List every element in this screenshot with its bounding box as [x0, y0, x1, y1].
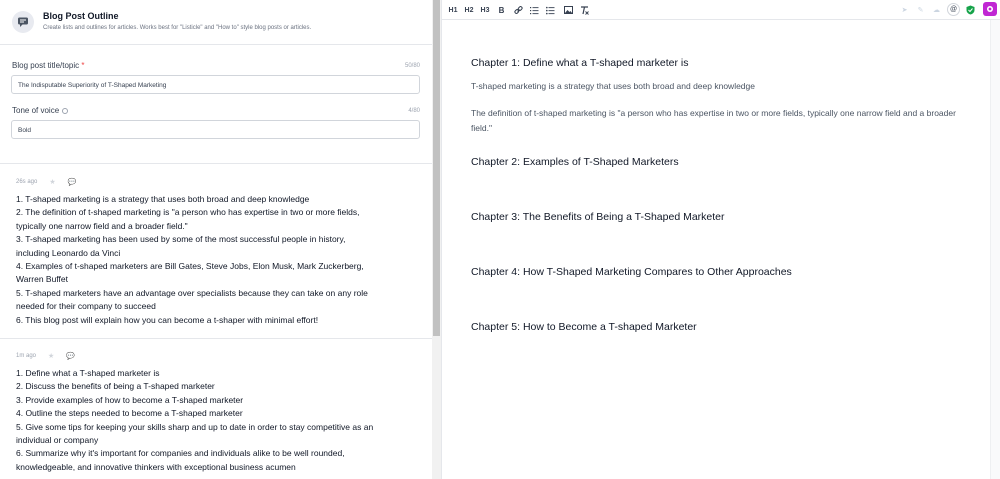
list-item: individual or company [16, 435, 99, 446]
list-item: knowledgeable, and innovative thinkers w… [16, 461, 296, 472]
paragraph[interactable]: T-shaped marketing is a strategy that us… [471, 79, 971, 94]
list-item: 6. This blog post will explain how you c… [16, 314, 319, 325]
list-item: 2. The definition of t-shaped marketing … [16, 207, 360, 218]
list-item: 5. Give some tips for keeping your skill… [16, 421, 374, 432]
heading2-button[interactable]: H2 [464, 4, 474, 16]
editor-toolbar: H1 H2 H3 B ➤ ✎ ☁ @ [442, 0, 1000, 20]
title-field-label: Blog post title/topic * [12, 61, 85, 70]
result-timestamp: 1m ago [16, 353, 37, 359]
numbered-list-icon[interactable] [529, 4, 539, 16]
list-item: 4. Outline the steps needed to become a … [16, 408, 243, 419]
heading3-button[interactable]: H3 [480, 4, 490, 16]
result-timestamp: 26s ago [16, 179, 38, 185]
tool-description: Create lists and outlines for articles. … [43, 25, 312, 31]
list-item: 6. Summarize why it's important for comp… [16, 448, 345, 459]
cloud-icon[interactable]: ☁ [930, 3, 943, 16]
list-item: 3. T-shaped marketing has been used by s… [16, 234, 346, 245]
send-icon[interactable]: ➤ [898, 3, 911, 16]
link-icon[interactable] [513, 4, 523, 16]
left-panel: Blog Post Outline Create lists and outli… [0, 0, 432, 479]
list-item: 4. Examples of t-shaped marketers are Bi… [16, 261, 364, 272]
list-item: needed for their company to succeed [16, 301, 156, 312]
bold-button[interactable]: B [497, 4, 506, 16]
pen-icon[interactable]: ✎ [914, 3, 927, 16]
title-char-count: 50/80 [404, 63, 420, 69]
list-item: 2. Discuss the benefits of being a T-sha… [16, 381, 215, 392]
editor-scrollbar[interactable] [990, 20, 1000, 479]
chapter-heading[interactable]: Chapter 1: Define what a T-shaped market… [471, 57, 689, 69]
title-input[interactable]: The Indisputable Superiority of T-Shaped… [11, 75, 420, 94]
comment-icon[interactable]: 💬 [68, 178, 77, 186]
extension-icon[interactable] [983, 2, 997, 16]
list-item: 3. Provide examples of how to become a T… [16, 394, 244, 405]
star-icon[interactable]: ★ [48, 352, 54, 360]
chapter-heading[interactable]: Chapter 5: How to Become a T-shaped Mark… [471, 321, 697, 333]
tool-title: Blog Post Outline [43, 11, 119, 21]
left-scrollbar-thumb[interactable] [433, 0, 440, 336]
result-output[interactable]: 1. Define what a T-shaped marketer is 2.… [16, 367, 416, 474]
clear-format-icon[interactable] [579, 4, 589, 16]
chapter-heading[interactable]: Chapter 2: Examples of T-Shaped Marketer… [471, 156, 679, 168]
tone-char-count: 4/80 [408, 108, 420, 114]
list-item: 5. T-shaped marketers have an advantage … [16, 287, 368, 298]
result-meta: 26s ago ★ 💬 [16, 178, 76, 186]
tool-header: Blog Post Outline Create lists and outli… [0, 0, 432, 45]
list-item: 1. Define what a T-shaped marketer is [16, 368, 160, 378]
at-sign-icon[interactable]: @ [947, 3, 960, 16]
divider [0, 338, 432, 339]
left-scrollbar[interactable] [432, 0, 441, 479]
heading1-button[interactable]: H1 [448, 4, 458, 16]
list-item: typically one narrow field and a broader… [16, 220, 188, 231]
result-meta: 1m ago ★ 💬 [16, 352, 75, 360]
list-item: 1. T-shaped marketing is a strategy that… [16, 194, 310, 204]
chapter-heading[interactable]: Chapter 4: How T-Shaped Marketing Compar… [471, 266, 792, 278]
list-item: Warren Buffet [16, 274, 68, 285]
paragraph[interactable]: The definition of t-shaped marketing is … [471, 106, 961, 136]
tone-input[interactable]: Bold [11, 120, 420, 139]
result-output[interactable]: 1. T-shaped marketing is a strategy that… [16, 193, 416, 327]
chat-bubble-icon [12, 11, 34, 33]
star-icon[interactable]: ★ [49, 178, 55, 186]
comment-icon[interactable]: 💬 [66, 352, 75, 360]
list-item: including Leonardo da Vinci [16, 247, 121, 258]
tone-field-label: Tone of voice [12, 106, 69, 115]
chapter-heading[interactable]: Chapter 3: The Benefits of Being a T-Sha… [471, 211, 725, 223]
image-icon[interactable] [563, 4, 573, 16]
divider [0, 163, 432, 164]
bullet-list-icon[interactable] [545, 4, 555, 16]
info-icon [62, 107, 69, 114]
required-mark: * [81, 61, 85, 70]
shield-icon[interactable] [964, 3, 977, 16]
